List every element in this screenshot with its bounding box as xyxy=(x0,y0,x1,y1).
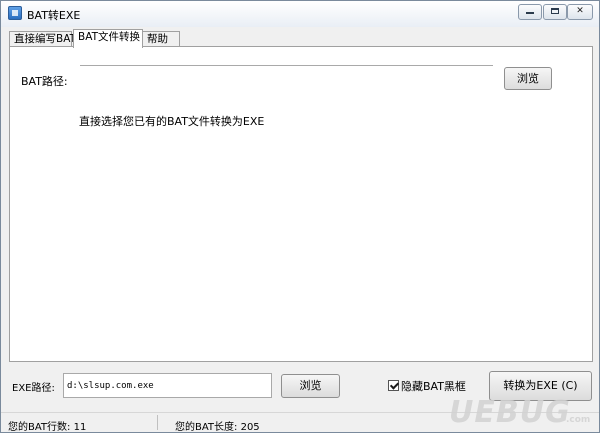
hide-console-label[interactable]: 隐藏BAT黑框 xyxy=(401,378,466,394)
bat-browse-button[interactable]: 浏览 xyxy=(504,67,552,90)
tab-bat-file-convert[interactable]: BAT文件转换 xyxy=(73,29,143,48)
bat-path-input[interactable] xyxy=(80,65,493,89)
status-length: 您的BAT长度: 205 xyxy=(175,422,260,433)
main-window: BAT转EXE ✕ 直接编写BAT BAT文件转换 帮助 BAT路径: 浏览 直… xyxy=(0,0,600,433)
tab-direct-write[interactable]: 直接编写BAT xyxy=(9,31,76,47)
close-icon: ✕ xyxy=(576,6,584,16)
window-title: BAT转EXE xyxy=(27,9,81,22)
app-icon xyxy=(8,6,22,20)
exe-path-input[interactable]: d:\slsup.com.exe xyxy=(63,373,272,398)
watermark-sub: .com xyxy=(566,415,591,425)
watermark-main: UEBUG xyxy=(449,395,571,430)
title-bar[interactable]: BAT转EXE ✕ xyxy=(1,1,599,27)
hide-console-checkbox[interactable] xyxy=(388,380,399,391)
status-separator xyxy=(157,415,158,430)
watermark-logo: UEBUG .com xyxy=(449,395,595,431)
maximize-button[interactable] xyxy=(543,4,567,20)
tab-panel: BAT路径: 浏览 直接选择您已有的BAT文件转换为EXE xyxy=(9,46,593,362)
exe-browse-button[interactable]: 浏览 xyxy=(281,374,340,398)
minimize-icon xyxy=(526,12,534,14)
exe-path-label: EXE路径: xyxy=(12,383,55,394)
status-line-count: 您的BAT行数: 11 xyxy=(8,422,87,433)
close-button[interactable]: ✕ xyxy=(567,4,593,20)
minimize-button[interactable] xyxy=(518,4,542,20)
maximize-icon xyxy=(551,8,559,14)
tab-help[interactable]: 帮助 xyxy=(142,31,180,47)
bat-path-label: BAT路径: xyxy=(21,75,68,88)
convert-hint: 直接选择您已有的BAT文件转换为EXE xyxy=(79,115,265,128)
